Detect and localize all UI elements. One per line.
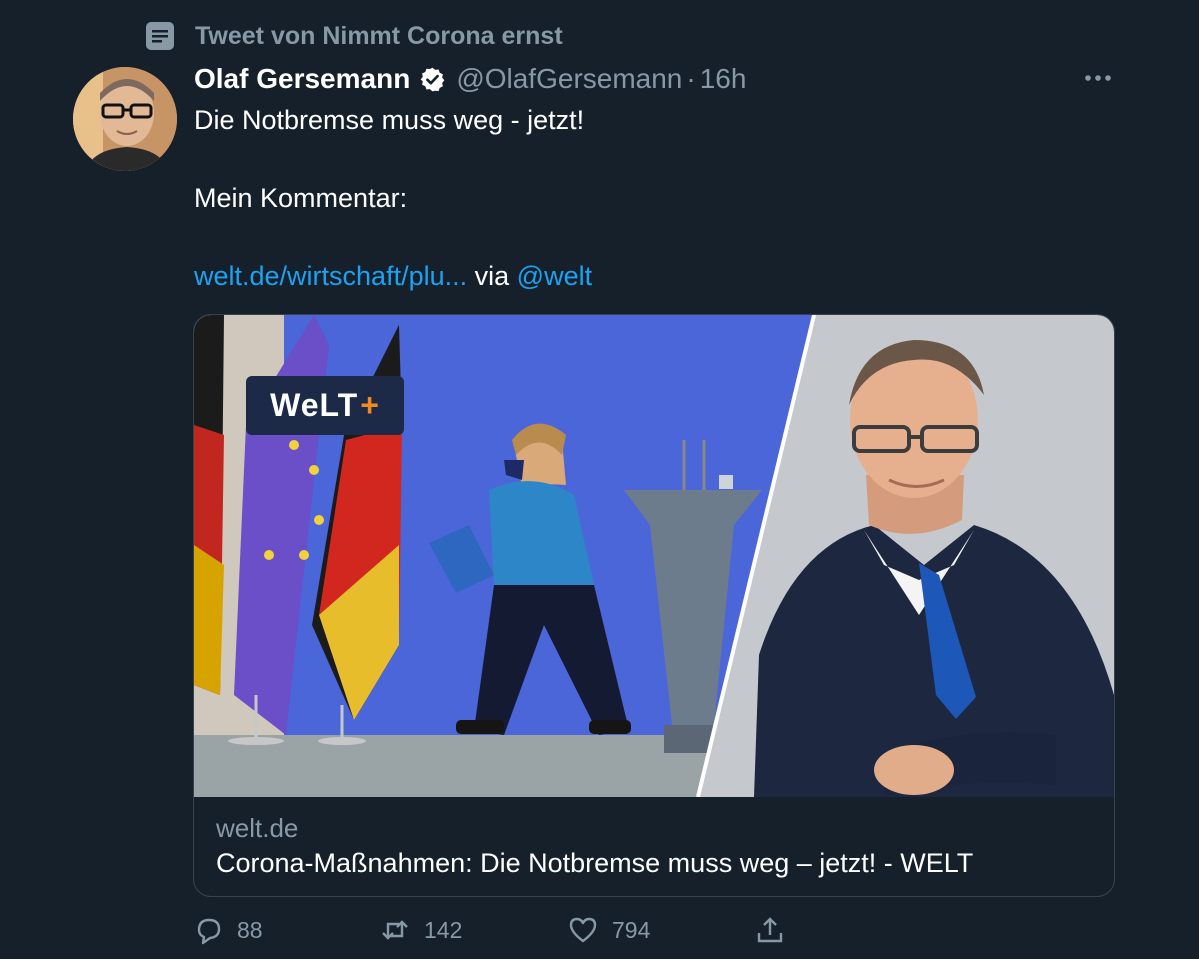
document-icon xyxy=(146,22,174,50)
verified-badge-icon xyxy=(421,67,445,91)
tweet-text-line-2: Mein Kommentar: xyxy=(194,183,408,213)
more-options-icon[interactable] xyxy=(1083,66,1113,90)
card-domain: welt.de xyxy=(216,813,299,843)
retweet-button[interactable]: 142 xyxy=(380,910,462,950)
author-handle[interactable]: @OlafGersemann xyxy=(456,63,682,95)
author-name[interactable]: Olaf Gersemann xyxy=(194,63,410,95)
reply-icon xyxy=(197,918,221,945)
tweet-header: Olaf Gersemann @OlafGersemann · 16h xyxy=(194,60,746,98)
tweet-text-line-1: Die Notbremse muss weg - jetzt! xyxy=(194,105,585,135)
social-context[interactable]: Tweet von Nimmt Corona ernst xyxy=(145,20,563,52)
share-button[interactable] xyxy=(755,910,799,950)
welt-logo-plus: + xyxy=(360,387,380,423)
card-image: WeLT + xyxy=(194,315,1114,798)
heart-icon xyxy=(569,917,597,943)
mention-link[interactable]: @welt xyxy=(517,261,592,291)
like-button[interactable]: 794 xyxy=(568,910,650,950)
share-icon xyxy=(757,917,783,943)
reply-count: 88 xyxy=(237,916,263,943)
separator-dot: · xyxy=(686,63,696,94)
tweet-text-line-3: welt.de/wirtschaft/plu... via @welt xyxy=(194,259,592,293)
tweet-timestamp[interactable]: 16h xyxy=(700,63,747,95)
welt-logo-text: WeLT xyxy=(270,387,359,423)
tweet-actions: 88 142 794 xyxy=(193,910,1113,950)
retweet-count: 142 xyxy=(424,916,463,943)
via-text: via xyxy=(474,261,510,291)
avatar[interactable] xyxy=(73,67,177,171)
welt-plus-logo: WeLT + xyxy=(246,376,404,435)
retweet-icon xyxy=(382,920,408,940)
social-context-text: Tweet von Nimmt Corona ernst xyxy=(195,21,563,50)
avatar-image xyxy=(73,67,177,171)
article-link[interactable]: welt.de/wirtschaft/plu... xyxy=(194,261,467,291)
reply-button[interactable]: 88 xyxy=(193,910,263,950)
like-count: 794 xyxy=(612,916,651,943)
link-preview-card[interactable]: WeLT + welt.de Corona-Maßnahmen: Die Notb… xyxy=(193,314,1115,897)
card-title: Corona-Maßnahmen: Die Notbremse muss weg… xyxy=(216,848,974,878)
